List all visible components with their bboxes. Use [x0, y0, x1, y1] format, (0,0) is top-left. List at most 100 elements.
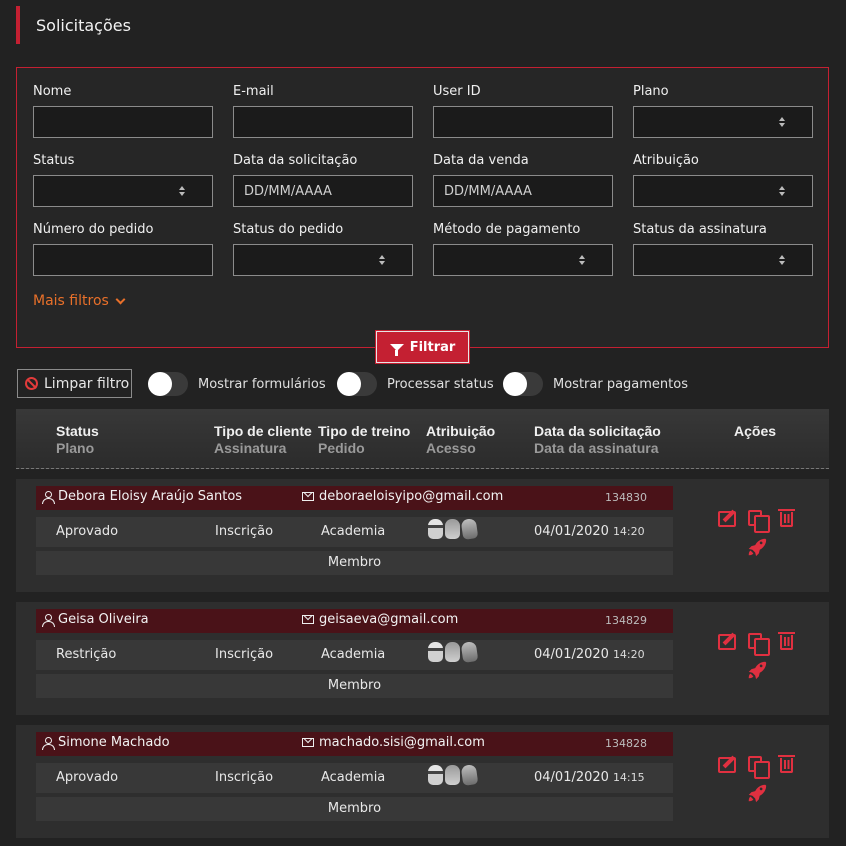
- rocket-icon[interactable]: [746, 536, 768, 558]
- trash-icon[interactable]: [778, 509, 795, 527]
- filter-field-status-assinatura: Status da assinatura: [633, 221, 813, 276]
- row-date-wrap: 04/01/2020 14:20: [534, 524, 645, 539]
- field-label: Atribuição: [633, 153, 699, 168]
- trash-icon[interactable]: [778, 632, 795, 650]
- mail-icon: [302, 738, 314, 747]
- row-actions: [716, 632, 796, 692]
- filter-field-atribuicao: Atribuição: [633, 152, 813, 207]
- row-email: deboraeloisyipo@gmail.com: [319, 489, 504, 504]
- trash-icon[interactable]: [778, 755, 795, 773]
- attribution-avatars: [428, 764, 479, 786]
- nome-input[interactable]: [33, 106, 213, 138]
- filter-button[interactable]: Filtrar: [375, 330, 470, 364]
- atribuicao-select[interactable]: [633, 175, 813, 207]
- row-id: 134829: [605, 614, 647, 627]
- filter-field-data-venda: Data da venda: [433, 152, 613, 207]
- table-row[interactable]: Geisa Oliveira geisaeva@gmail.com 134829…: [16, 602, 829, 715]
- row-status: Aprovado: [56, 770, 119, 785]
- numero-pedido-input[interactable]: [33, 244, 213, 276]
- avatar: [445, 519, 460, 539]
- row-name-bar: Debora Eloisy Araújo Santos deboraeloisy…: [36, 486, 673, 510]
- avatar: [428, 642, 443, 662]
- field-label: Status da assinatura: [633, 222, 767, 237]
- row-id: 134828: [605, 737, 647, 750]
- field-label: Nome: [33, 84, 72, 99]
- rocket-icon[interactable]: [746, 782, 768, 804]
- row-client-type: Inscrição: [215, 770, 274, 785]
- more-filters-link[interactable]: Mais filtros: [33, 293, 126, 309]
- avatar: [428, 519, 443, 539]
- row-training: Academia: [321, 647, 386, 662]
- row-date-wrap: 04/01/2020 14:15: [534, 770, 645, 785]
- field-label: Data da venda: [433, 153, 529, 168]
- row-time: 14:20: [612, 648, 645, 661]
- clear-filter-button[interactable]: Limpar filtro: [17, 369, 132, 398]
- page-header: Solicitações: [16, 6, 830, 44]
- toggle-mostrar-formularios[interactable]: Mostrar formulários: [148, 372, 326, 396]
- field-label: Status do pedido: [233, 222, 344, 237]
- copy-icon[interactable]: [748, 756, 770, 779]
- email-input[interactable]: [233, 106, 413, 138]
- row-name: Simone Machado: [58, 735, 170, 750]
- toggle-processar-status[interactable]: Processar status: [337, 372, 494, 396]
- row-email-wrap: machado.sisi@gmail.com: [302, 735, 485, 750]
- column-header-data-solicitacao[interactable]: Data da solicitação Data da assinatura: [534, 423, 661, 457]
- more-filters-label: Mais filtros: [33, 293, 109, 309]
- field-label: Número do pedido: [33, 222, 154, 237]
- toggle-switch[interactable]: [337, 372, 377, 396]
- filter-field-metodo-pagamento: Método de pagamento: [433, 221, 613, 276]
- toggle-mostrar-pagamentos[interactable]: Mostrar pagamentos: [503, 372, 688, 396]
- column-header-tipo-cliente[interactable]: Tipo de cliente Assinatura: [214, 423, 312, 457]
- table-row[interactable]: Simone Machado machado.sisi@gmail.com 13…: [16, 725, 829, 838]
- row-date: 04/01/2020: [534, 647, 609, 662]
- row-email-wrap: geisaeva@gmail.com: [302, 612, 458, 627]
- toggle-knob: [337, 372, 361, 396]
- data-venda-input[interactable]: [433, 175, 613, 207]
- row-user: Simone Machado: [42, 735, 170, 750]
- user-id-input[interactable]: [433, 106, 613, 138]
- mail-icon: [302, 615, 314, 624]
- status-select[interactable]: [33, 175, 213, 207]
- user-icon: [42, 736, 55, 750]
- metodo-pagamento-select[interactable]: [433, 244, 613, 276]
- status-pedido-select[interactable]: [233, 244, 413, 276]
- column-header-sub: Pedido: [318, 440, 365, 456]
- avatar: [445, 642, 460, 662]
- copy-icon[interactable]: [748, 510, 770, 533]
- column-header-status[interactable]: Status Plano: [56, 423, 99, 457]
- avatar: [428, 765, 443, 785]
- status-assinatura-select[interactable]: [633, 244, 813, 276]
- copy-icon[interactable]: [748, 633, 770, 656]
- table-row[interactable]: Debora Eloisy Araújo Santos deboraeloisy…: [16, 479, 829, 592]
- avatar: [460, 641, 479, 663]
- column-header-main: Tipo de cliente: [214, 423, 312, 439]
- toggle-switch[interactable]: [148, 372, 188, 396]
- field-label: Status: [33, 153, 75, 168]
- toggle-switch[interactable]: [503, 372, 543, 396]
- filter-button-label: Filtrar: [409, 339, 456, 355]
- edit-icon[interactable]: [718, 634, 736, 650]
- rocket-icon[interactable]: [746, 659, 768, 681]
- toggle-knob: [503, 372, 527, 396]
- filter-field-data-solicitacao: Data da solicitação: [233, 152, 413, 207]
- toggle-label: Mostrar pagamentos: [553, 376, 688, 392]
- data-solicitacao-input[interactable]: [233, 175, 413, 207]
- attribution-avatars: [428, 641, 479, 663]
- column-header-acoes: Ações: [734, 423, 776, 440]
- filter-field-numero-pedido: Número do pedido: [33, 221, 213, 276]
- column-header-atribuicao[interactable]: Atribuição Acesso: [426, 423, 495, 457]
- field-label: Plano: [633, 84, 669, 99]
- edit-icon[interactable]: [718, 511, 736, 527]
- row-status: Aprovado: [56, 524, 119, 539]
- attribution-avatars: [428, 518, 479, 540]
- row-name-bar: Simone Machado machado.sisi@gmail.com 13…: [36, 732, 673, 756]
- row-status: Restrição: [56, 647, 117, 662]
- column-header-main: Data da solicitação: [534, 423, 661, 439]
- row-name: Geisa Oliveira: [58, 612, 149, 627]
- plano-select[interactable]: [633, 106, 813, 138]
- row-plan: Membro: [327, 801, 382, 816]
- column-header-tipo-treino[interactable]: Tipo de treino Pedido: [318, 423, 410, 457]
- select-arrows-icon: [578, 253, 586, 267]
- filter-field-plano: Plano: [633, 83, 813, 138]
- edit-icon[interactable]: [718, 757, 736, 773]
